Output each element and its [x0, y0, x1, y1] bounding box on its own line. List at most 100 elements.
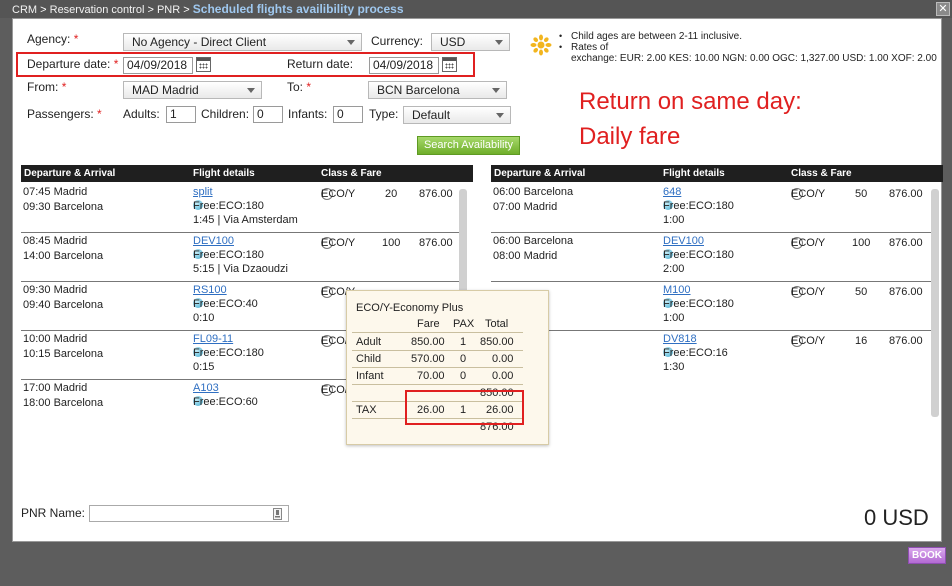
breadcrumb-separator: >	[147, 4, 154, 16]
fare-class-title: ECO/Y-Economy Plus	[356, 302, 464, 314]
infants-label: Infants:	[288, 107, 328, 121]
close-button[interactable]: ✕	[936, 2, 950, 16]
arrival-time: 09:30 Barcelona	[23, 201, 104, 213]
breadcrumb-separator: >	[40, 4, 47, 16]
agency-select[interactable]: No Agency - Direct Client	[123, 33, 362, 51]
flight-number-link[interactable]: DEV100	[193, 235, 234, 247]
header-total: Total	[485, 318, 509, 330]
from-select[interactable]: MAD Madrid	[123, 81, 262, 99]
currency-label: Currency:	[371, 34, 424, 48]
page-title: Scheduled flights availibility process	[192, 2, 404, 16]
departure-time: 06:00 Barcelona	[493, 235, 574, 247]
calendar-icon[interactable]	[442, 57, 457, 72]
sun-icon	[530, 34, 552, 56]
col-flight-details: Flight details	[193, 168, 255, 179]
info-notes: • Child ages are between 2-11 inclusive.…	[559, 31, 937, 64]
chevron-down-icon	[247, 88, 255, 93]
arrival-time: 10:15 Barcelona	[23, 348, 104, 360]
currency-select[interactable]: USD	[431, 33, 510, 51]
free-seats: Free:ECO:180	[193, 200, 264, 212]
duration-route: 5:15 | Via Dzaoudzi	[193, 263, 288, 275]
class-code: ECO/Y	[791, 237, 826, 249]
adults-label: Adults:	[123, 107, 160, 121]
fare-amount: 876.00	[889, 286, 923, 298]
free-seats: Free:ECO:16	[663, 347, 728, 359]
bullet: •	[559, 42, 563, 52]
search-availability-button[interactable]: Search Availability	[417, 136, 520, 155]
header-pax: PAX	[453, 318, 475, 330]
departure-date-input[interactable]: 04/09/2018	[123, 57, 193, 74]
annotation-line-1: Return on same day:	[579, 88, 802, 115]
chevron-down-icon	[495, 40, 503, 45]
availability-dialog: Agency: * No Agency - Direct Client Curr…	[12, 18, 943, 542]
class-code: ECO/Y	[321, 188, 356, 200]
calendar-icon[interactable]	[196, 57, 211, 72]
rates-exchange: exchange: EUR: 2.00 KES: 10.00 NGN: 0.00…	[571, 53, 937, 64]
free-seats: Free:ECO:60	[193, 396, 258, 408]
breadcrumb-pnr[interactable]: PNR	[157, 4, 180, 16]
inbound-row: DV818 Free:ECO:16 1:30 ECO/Y 16 876.00	[491, 331, 931, 380]
keyboard-icon	[273, 508, 282, 520]
seats-count: 100	[852, 237, 871, 249]
agency-label-text: Agency:	[27, 32, 71, 46]
flight-number-link[interactable]: DEV100	[663, 235, 704, 247]
free-seats: Free:ECO:180	[193, 347, 264, 359]
arrival-time: 18:00 Barcelona	[23, 397, 104, 409]
divider	[352, 350, 523, 351]
flight-number-link[interactable]: 648	[663, 186, 681, 198]
departure-time: 06:00 Barcelona	[493, 186, 574, 198]
info-child-ages: • Child ages are between 2-11 inclusive.	[559, 31, 937, 42]
annotation-line-2: Daily fare	[579, 123, 681, 150]
class-code: ECO/Y	[791, 286, 826, 298]
arrival-time: 07:00 Madrid	[493, 201, 558, 213]
rates-label: Rates of	[571, 42, 609, 53]
passengers-label-text: Passengers:	[27, 107, 94, 121]
infant-fare: 70.00	[417, 370, 445, 382]
chevron-down-icon	[492, 88, 500, 93]
adult-total: 850.00	[480, 336, 514, 348]
outbound-row: 07:45 Madrid 09:30 Barcelona split Free:…	[21, 184, 461, 233]
child-total: 0.00	[492, 353, 514, 365]
flight-number-link[interactable]: FL09-11	[193, 333, 233, 345]
children-input[interactable]: 0	[253, 106, 283, 123]
breadcrumb-crm[interactable]: CRM	[12, 4, 37, 16]
flight-number-link[interactable]: split	[193, 186, 213, 198]
adults-input[interactable]: 1	[166, 106, 196, 123]
flight-number-link[interactable]: A103	[193, 382, 219, 394]
chevron-down-icon	[347, 40, 355, 45]
free-seats: Free:ECO:180	[663, 298, 734, 310]
pnr-name-input[interactable]	[89, 505, 289, 522]
flight-number-link[interactable]: DV818	[663, 333, 697, 345]
info-rates: • Rates of	[559, 42, 937, 53]
inbound-scrollbar[interactable]	[931, 189, 939, 417]
chevron-down-icon	[496, 113, 504, 118]
free-seats: Free:ECO:40	[193, 298, 258, 310]
to-select[interactable]: BCN Barcelona	[368, 81, 507, 99]
arrival-time: 09:40 Barcelona	[23, 299, 104, 311]
flight-number-link[interactable]: RS100	[193, 284, 227, 296]
breadcrumb-reservation-control[interactable]: Reservation control	[50, 4, 145, 16]
return-date-label: Return date:	[287, 57, 354, 71]
required-mark: *	[73, 32, 79, 46]
duration: 1:00	[663, 214, 685, 226]
children-label: Children:	[201, 107, 250, 121]
flight-number-link[interactable]: M100	[663, 284, 691, 296]
child-pax: 0	[460, 353, 467, 365]
duration-route: 1:45 | Via Amsterdam	[193, 214, 298, 226]
book-button[interactable]: BOOK	[908, 547, 946, 564]
class-code: ECO/Y	[791, 188, 826, 200]
seats-count: 16	[855, 335, 868, 347]
required-mark: *	[61, 80, 67, 94]
arrival-time: 08:00 Madrid	[493, 250, 558, 262]
from-label-text: From:	[27, 80, 59, 94]
type-select[interactable]: Default	[403, 106, 511, 124]
inbound-row: M100 Free:ECO:180 1:00 ECO/Y 50 876.00	[491, 282, 931, 331]
header-fare: Fare	[417, 318, 440, 330]
agency-select-value: No Agency - Direct Client	[132, 35, 267, 49]
infants-input[interactable]: 0	[333, 106, 363, 123]
total-amount: 0 USD	[864, 505, 929, 530]
from-select-value: MAD Madrid	[132, 83, 199, 97]
tax-label: TAX	[356, 404, 377, 416]
passengers-label: Passengers: *	[27, 107, 102, 121]
return-date-input[interactable]: 04/09/2018	[369, 57, 439, 74]
